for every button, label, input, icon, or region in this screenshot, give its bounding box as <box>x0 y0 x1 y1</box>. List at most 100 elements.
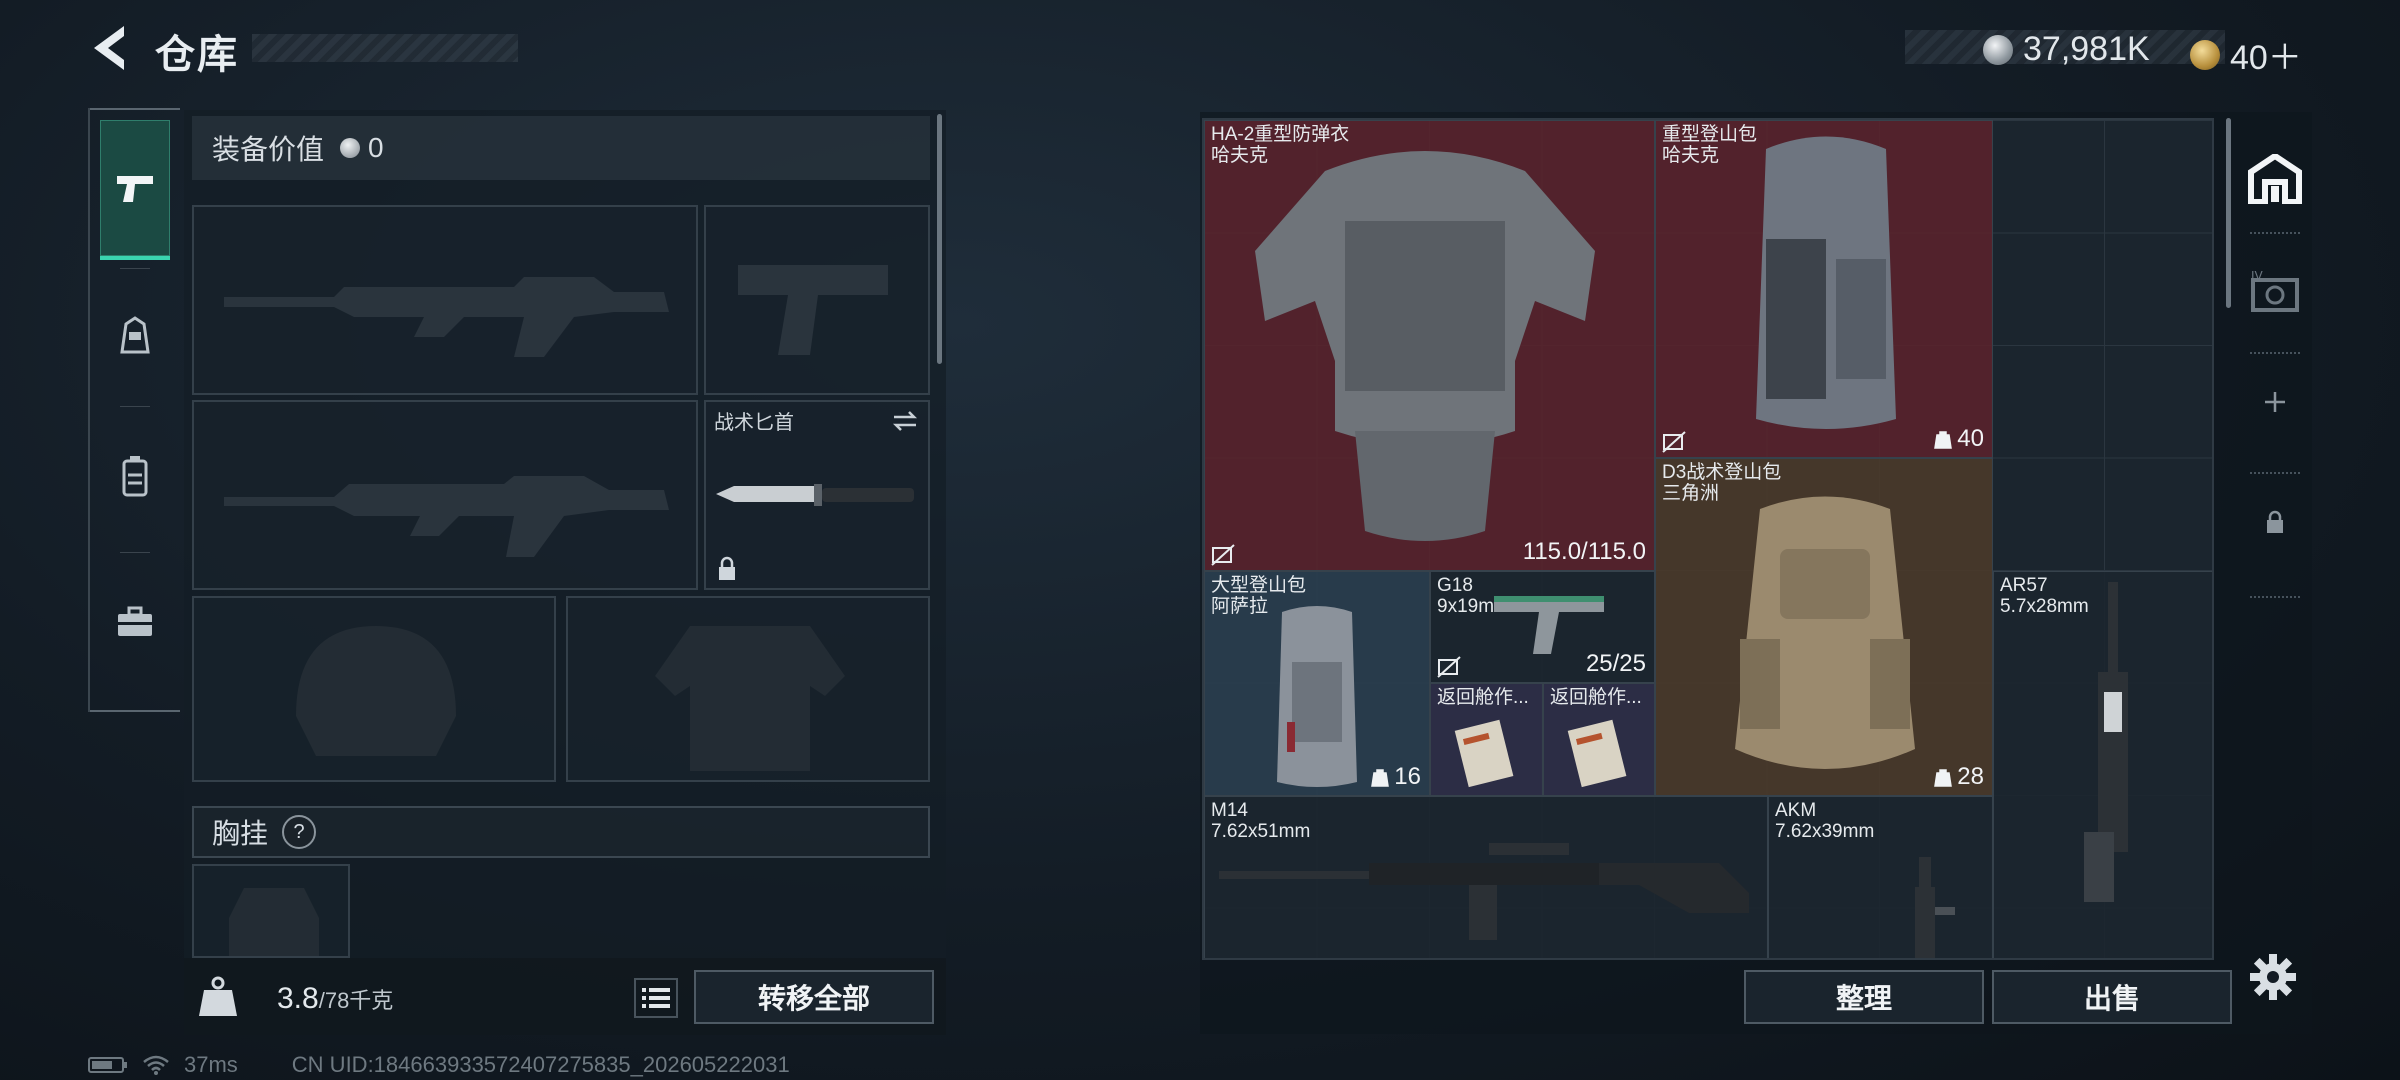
backpack-icon <box>1735 496 1915 769</box>
item-capacity: 28 <box>1933 763 1984 791</box>
back-button[interactable] <box>88 22 134 74</box>
rifle-icon <box>1219 843 1749 940</box>
gear-icon <box>2250 954 2296 1000</box>
helmet-slot[interactable] <box>192 596 556 782</box>
item-name: 返回舱作... <box>1550 687 1642 708</box>
transfer-all-button[interactable]: 转移全部 <box>694 970 934 1024</box>
no-insure-icon <box>1437 656 1461 678</box>
tab-weapons[interactable] <box>100 120 170 260</box>
backpack-icon <box>122 456 148 497</box>
item-akm[interactable]: AKM 7.62x39mm <box>1768 796 1993 958</box>
svg-text:IV: IV <box>2251 269 2264 283</box>
chest-rig-silhouette-icon <box>229 888 319 956</box>
item-capacity: 40 <box>1933 425 1984 453</box>
lock-icon <box>2267 510 2283 533</box>
page-title: 仓库 <box>155 33 239 77</box>
plus-icon <box>2265 392 2285 412</box>
item-return-capsule-doc[interactable]: 返回舱作... <box>1543 683 1655 796</box>
wifi-icon <box>143 1055 169 1075</box>
capacity-icon <box>1934 431 1953 449</box>
tab-toolbox[interactable] <box>100 554 170 690</box>
equipment-value-bar: 装备价值 0 <box>192 116 930 180</box>
equipment-value-label: 装备价值 <box>212 134 325 165</box>
tab-backpack[interactable] <box>100 408 170 544</box>
toolbox-icon <box>118 606 152 636</box>
title-decoration <box>252 34 518 62</box>
warehouse-tab[interactable] <box>2238 134 2312 224</box>
item-return-capsule-doc[interactable]: 返回舱作... <box>1430 683 1543 796</box>
help-button[interactable]: ? <box>282 815 317 849</box>
sort-button[interactable]: 整理 <box>1744 970 1984 1024</box>
lock-icon <box>719 556 735 580</box>
list-view-button[interactable] <box>634 978 678 1018</box>
pistol-silhouette-icon <box>738 265 888 355</box>
tab-armor[interactable] <box>100 268 170 404</box>
chest-rig-slot[interactable] <box>192 864 350 958</box>
no-insure-icon <box>1662 431 1686 453</box>
silver-coin-icon <box>1983 34 2013 65</box>
item-capacity: 16 <box>1370 763 1421 791</box>
battery-icon <box>88 1057 127 1073</box>
document-icon <box>1454 719 1514 788</box>
pistol-icon <box>1494 596 1604 654</box>
knife-slot-label: 战术匕首 <box>714 412 794 434</box>
weight-icon <box>194 972 242 1020</box>
chest-rig-label: 胸挂 <box>212 818 269 849</box>
secondary-weapon-slot[interactable] <box>192 400 698 590</box>
sidearm-slot[interactable] <box>704 205 930 395</box>
silver-coin-icon <box>340 138 361 158</box>
swap-icon[interactable] <box>890 408 920 434</box>
settings-button[interactable] <box>2248 952 2298 1002</box>
rifle-vertical-icon <box>1915 857 1955 958</box>
ping-value: 37ms <box>184 1052 238 1077</box>
weight-current: 3.8 <box>277 982 319 1015</box>
weight-readout: 3.8/78千克 <box>277 982 393 1016</box>
status-bar: 37ms CN UID:184663933572407275835_202605… <box>88 1052 790 1078</box>
item-heavy-backpack[interactable]: 重型登山包 哈夫克 40 <box>1655 120 1993 458</box>
add-tab-button[interactable] <box>2238 362 2312 442</box>
item-ha2-armor[interactable]: HA-2重型防弹衣 哈夫克 115.0/115.0 <box>1204 120 1655 571</box>
chest-rig-header: 胸挂 ? <box>192 806 930 858</box>
warehouse-grid: HA-2重型防弹衣 哈夫克 115.0/115.0 重型登山包 哈夫克 40 D… <box>1202 118 2214 960</box>
capacity-icon <box>1934 769 1953 787</box>
item-m14[interactable]: M14 7.62x51mm <box>1204 796 1768 958</box>
silver-amount: 37,981K <box>2023 30 2150 68</box>
item-large-backpack[interactable]: 大型登山包 阿萨拉 16 <box>1204 571 1430 796</box>
equipment-scrollbar[interactable] <box>937 114 942 364</box>
item-durability: 115.0/115.0 <box>1522 538 1646 565</box>
knife-slot[interactable]: 战术匕首 <box>704 400 930 590</box>
backpack-icon <box>1756 136 1896 429</box>
no-insure-icon <box>1211 544 1235 566</box>
silver-currency: 37,981K <box>1983 30 2150 69</box>
helmet-icon <box>120 316 150 354</box>
item-g18[interactable]: G18 9x19mm 25/25 <box>1430 571 1655 683</box>
helmet-silhouette-icon <box>296 626 456 756</box>
backpack-icon <box>1277 606 1357 787</box>
rifle-silhouette-icon <box>224 277 669 357</box>
rifle-vertical-icon <box>2084 582 2128 902</box>
category-tabbar <box>88 108 182 712</box>
warehouse-sidebar: IV <box>2238 112 2312 632</box>
item-name: 返回舱作... <box>1437 687 1529 708</box>
gold-currency[interactable]: 40＋ <box>2190 30 2302 79</box>
locked-tab[interactable] <box>2238 482 2312 562</box>
rifle-silhouette-icon <box>224 476 669 557</box>
body-armor-icon <box>1255 151 1595 541</box>
warehouse-scrollbar[interactable] <box>2226 118 2231 308</box>
tactical-knife-icon <box>716 484 914 506</box>
primary-weapon-slot[interactable] <box>192 205 698 395</box>
weight-max: /78千克 <box>318 988 394 1013</box>
level-iv-case-icon: IV <box>2251 269 2299 312</box>
document-icon <box>1567 719 1627 788</box>
capacity-icon <box>1371 769 1390 787</box>
back-arrow-icon <box>94 26 124 70</box>
case-tab[interactable]: IV <box>2238 247 2312 337</box>
list-icon <box>642 988 670 1008</box>
pistol-icon <box>117 176 153 202</box>
uid-text: CN UID:184663933572407275835_20260522203… <box>291 1052 790 1077</box>
item-name: AKM 7.62x39mm <box>1775 800 1875 842</box>
item-d3-backpack[interactable]: D3战术登山包 三角洲 28 <box>1655 458 1993 796</box>
item-ar57[interactable]: AR57 5.7x28mm <box>1993 571 2212 958</box>
sell-button[interactable]: 出售 <box>1992 970 2232 1024</box>
body-armor-slot[interactable] <box>566 596 930 782</box>
